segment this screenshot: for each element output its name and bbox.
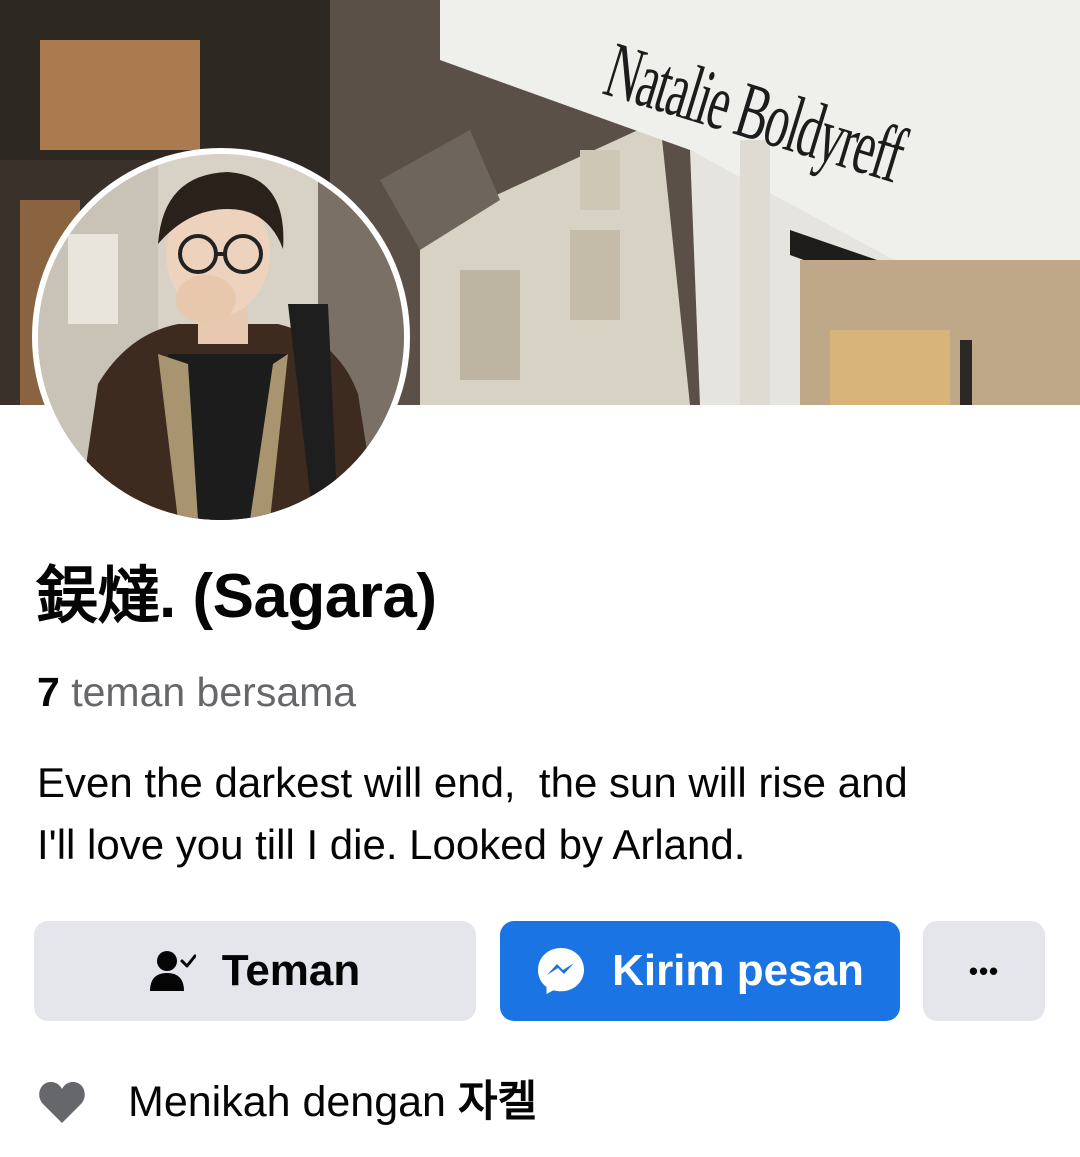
more-dots-icon: ••• <box>968 955 1000 986</box>
mutual-friends-label: teman bersama <box>71 669 357 715</box>
messenger-icon <box>536 946 586 996</box>
friend-check-icon <box>149 949 196 993</box>
send-message-label: Kirim pesan <box>612 946 864 995</box>
relationship-row: Menikah dengan 자켈 <box>38 1076 537 1128</box>
relationship-partner-link[interactable]: 자켈 <box>458 1080 537 1124</box>
avatar-photo <box>38 154 404 520</box>
mutual-friends-count: 7 <box>37 669 60 715</box>
profile-avatar[interactable] <box>32 148 410 526</box>
friends-button[interactable]: Teman <box>34 921 476 1021</box>
more-options-button[interactable]: ••• <box>923 921 1045 1021</box>
heart-icon <box>38 1080 86 1124</box>
relationship-text: Menikah dengan <box>128 1077 446 1126</box>
profile-page: Natalie Boldyreff 鋘燵. (Sagara) 7 teman b… <box>0 0 1080 1157</box>
send-message-button[interactable]: Kirim pesan <box>500 921 900 1021</box>
profile-bio: Even the darkest will end, the sun will … <box>37 759 908 868</box>
mutual-friends[interactable]: 7 teman bersama <box>37 672 356 713</box>
avatar-illustration <box>38 154 404 520</box>
profile-name: 鋘燵. (Sagara) <box>36 562 437 631</box>
friends-button-label: Teman <box>221 946 361 995</box>
